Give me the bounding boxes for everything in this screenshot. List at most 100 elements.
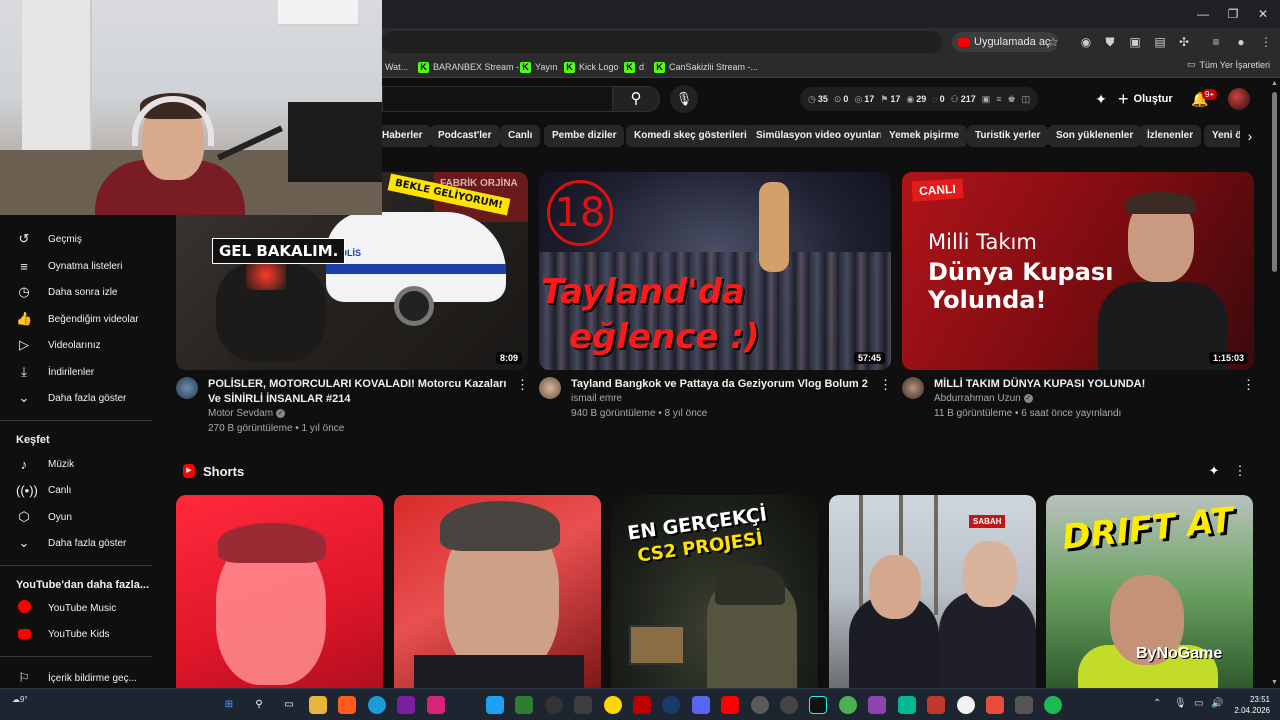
- task-view-icon[interactable]: ▭: [280, 696, 298, 714]
- more-options-icon[interactable]: ⋮: [1231, 462, 1249, 480]
- chip[interactable]: Simülasyon video oyunları: [748, 125, 891, 147]
- youtube-icon[interactable]: [721, 696, 739, 714]
- volume-icon[interactable]: 🔊: [1211, 698, 1223, 709]
- chrome-icon[interactable]: [839, 696, 857, 714]
- video-title[interactable]: POLİSLER, MOTORCULARI KOVALADI! Motorcu …: [208, 377, 508, 407]
- spotify-icon[interactable]: [1044, 696, 1062, 714]
- minimize-icon[interactable]: —: [1188, 4, 1218, 24]
- epic-games-icon[interactable]: [574, 696, 592, 714]
- chip[interactable]: Canlı: [500, 125, 541, 147]
- netflix-icon[interactable]: [633, 696, 651, 714]
- short-thumbnail[interactable]: [394, 495, 601, 688]
- app-icon[interactable]: [751, 696, 769, 714]
- search-icon[interactable]: ⚲: [250, 696, 268, 714]
- app-icon[interactable]: [868, 696, 886, 714]
- short-thumbnail[interactable]: DRIFT AT ByNoGame: [1046, 495, 1253, 688]
- more-options-icon[interactable]: ⋮: [879, 377, 892, 393]
- bookmark-item[interactable]: Wat...: [385, 59, 408, 75]
- sidebar-item-playlists[interactable]: ≡ Oynatma listeleri: [0, 253, 160, 279]
- sidebar-item-live[interactable]: ((•)) Canlı: [0, 477, 160, 503]
- close-icon[interactable]: ✕: [1248, 4, 1278, 24]
- chip[interactable]: Komedi skeç gösterileri: [626, 125, 755, 147]
- windows-start-icon[interactable]: ⊞: [220, 696, 238, 714]
- media-icon[interactable]: ≡: [1208, 34, 1224, 50]
- app-icon[interactable]: [486, 696, 504, 714]
- sidebar-item-youtube-kids[interactable]: YouTube Kids: [0, 621, 160, 647]
- bookmark-item[interactable]: Kd: [624, 59, 644, 75]
- sidebar-item-music[interactable]: ♪ Müzik: [0, 451, 160, 477]
- network-icon[interactable]: ▭: [1194, 698, 1203, 709]
- chip[interactable]: Podcast'ler: [430, 125, 500, 147]
- speed-icon[interactable]: [545, 696, 563, 714]
- menu-icon[interactable]: ⋮: [1258, 34, 1274, 50]
- tiktok-icon[interactable]: [809, 696, 827, 714]
- search-input[interactable]: [382, 86, 612, 112]
- app-icon[interactable]: [604, 696, 622, 714]
- extension-shorts-icon[interactable]: ✦: [1091, 89, 1111, 109]
- bookmark-item[interactable]: K Yayın: [520, 59, 557, 75]
- clock[interactable]: 23:51 2.04.2026: [1230, 694, 1270, 716]
- url-field[interactable]: [382, 31, 942, 53]
- more-options-icon[interactable]: ⋮: [1242, 377, 1255, 393]
- star-icon[interactable]: ☆: [1045, 34, 1061, 50]
- channel-name[interactable]: Abdurrahman Uzun ✓: [934, 393, 1033, 404]
- extension-icon[interactable]: ◉: [1078, 34, 1094, 50]
- scroll-up-icon[interactable]: ▲: [1271, 80, 1278, 87]
- sidebar-item-show-more-explore[interactable]: ⌄ Daha fazla göster: [0, 530, 160, 556]
- mic-icon[interactable]: 🎙: [1174, 698, 1187, 709]
- stat-item[interactable]: ◫: [1022, 94, 1031, 105]
- app-icon[interactable]: [780, 696, 798, 714]
- video-thumbnail[interactable]: CANLI Milli Takım Dünya Kupası Yolunda! …: [902, 172, 1254, 370]
- video-thumbnail[interactable]: 18 Tayland'da eğlence :) 57:45: [539, 172, 891, 370]
- video-title[interactable]: Tayland Bangkok ve Pattaya da Geziyorum …: [571, 377, 871, 392]
- app-icon[interactable]: [986, 696, 1004, 714]
- open-in-app-button[interactable]: Uygulamada aç: [952, 32, 1059, 52]
- sidebar-item-my-videos[interactable]: ▷ Videolarınız: [0, 332, 160, 358]
- bookmark-item[interactable]: K BARANBEX Stream -...: [418, 59, 527, 75]
- channel-name[interactable]: ismail emre: [571, 393, 622, 404]
- bookmark-item[interactable]: K CanSakizlii Stream -...: [654, 59, 758, 75]
- puzzle-icon[interactable]: ✣: [1176, 34, 1192, 50]
- create-button[interactable]: + Oluştur: [1118, 88, 1173, 110]
- short-thumbnail[interactable]: [176, 495, 383, 688]
- more-options-icon[interactable]: ⋮: [516, 377, 529, 393]
- sidebar-item-liked[interactable]: 👍 Beğendiğim videolar: [0, 306, 160, 332]
- tray-chevron-icon[interactable]: ⌃: [1153, 698, 1161, 709]
- settings-icon[interactable]: [1015, 696, 1033, 714]
- maximize-icon[interactable]: ❐: [1218, 4, 1248, 24]
- video-title[interactable]: MİLLİ TAKIM DÜNYA KUPASI YOLUNDA!: [934, 377, 1234, 392]
- profile-icon[interactable]: ●: [1233, 34, 1249, 50]
- edge-icon[interactable]: [368, 696, 386, 714]
- scroll-down-icon[interactable]: ▼: [1271, 679, 1278, 686]
- app-icon[interactable]: [515, 696, 533, 714]
- channel-avatar[interactable]: [176, 377, 198, 399]
- steam-icon[interactable]: [662, 696, 680, 714]
- chip[interactable]: Turistik yerler: [967, 125, 1049, 147]
- brave-icon[interactable]: [338, 696, 356, 714]
- instagram-icon[interactable]: [427, 696, 445, 714]
- bookmark-item[interactable]: K Kick Logo: [564, 59, 619, 75]
- shield-icon[interactable]: ⛊: [1102, 34, 1118, 50]
- chip[interactable]: İzlenenler: [1139, 125, 1202, 147]
- sidebar-item-watch-later[interactable]: ◷ Daha sonra izle: [0, 279, 160, 305]
- weather-widget[interactable]: ☁9°: [12, 695, 28, 704]
- chip[interactable]: Son yüklenenler: [1048, 125, 1142, 147]
- app-icon[interactable]: [898, 696, 916, 714]
- yandex-icon[interactable]: [957, 696, 975, 714]
- channel-name[interactable]: Motor Sevdam ✓: [208, 408, 286, 419]
- scrollbar-thumb[interactable]: [1272, 92, 1277, 272]
- stat-item[interactable]: ♚: [1008, 94, 1016, 105]
- scrollbar[interactable]: ▲ ▼: [1270, 78, 1280, 688]
- avatar[interactable]: [1228, 88, 1250, 110]
- channel-avatar[interactable]: [902, 377, 924, 399]
- app-icon[interactable]: [927, 696, 945, 714]
- all-bookmarks[interactable]: ▭ Tüm Yer İşaretleri: [1187, 59, 1270, 70]
- discord-icon[interactable]: [692, 696, 710, 714]
- channel-avatar[interactable]: [539, 377, 561, 399]
- sidebar-item-downloads[interactable]: ⤓ İndirilenler: [0, 359, 160, 385]
- chip[interactable]: Haberler: [382, 125, 431, 147]
- sidebar-item-show-more[interactable]: ⌄ Daha fazla göster: [0, 385, 160, 411]
- file-explorer-icon[interactable]: [309, 696, 327, 714]
- shorts-extension-icon[interactable]: ✦: [1205, 462, 1223, 480]
- search-button[interactable]: ⚲: [612, 86, 660, 112]
